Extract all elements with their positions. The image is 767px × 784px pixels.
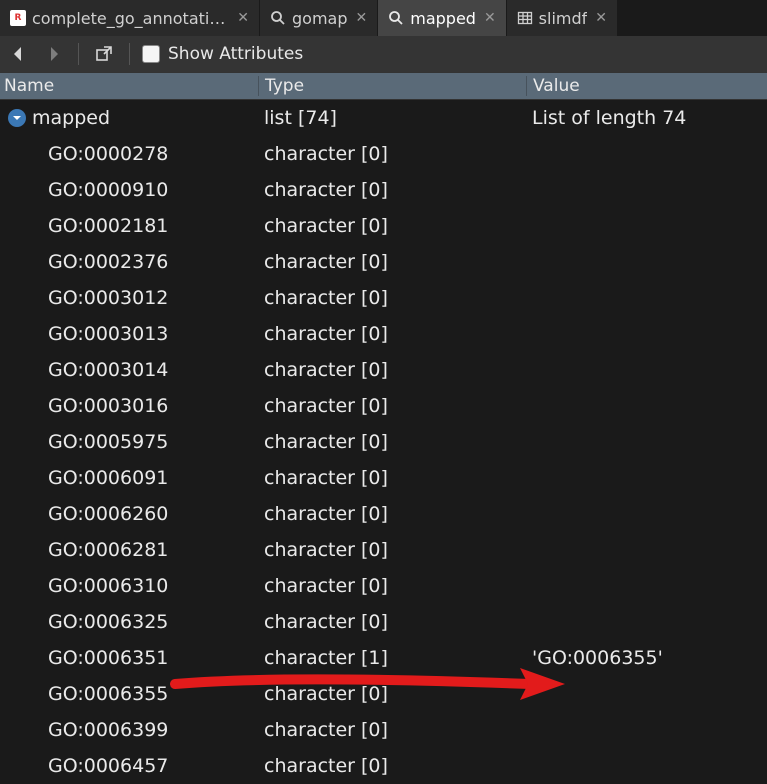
column-header-row: Name Type Value xyxy=(0,72,767,100)
tree-item-name: GO:0003012 xyxy=(48,287,168,309)
tree-item-name: GO:0006281 xyxy=(48,539,168,561)
tree-item-type: character [0] xyxy=(258,323,526,345)
tree-item-type: character [0] xyxy=(258,755,526,777)
toolbar-divider xyxy=(78,43,79,65)
tree-item-name: GO:0003013 xyxy=(48,323,168,345)
tree-item-row[interactable]: GO:0006260 character [0] xyxy=(0,496,767,532)
tree-item-row[interactable]: GO:0000278 character [0] xyxy=(0,136,767,172)
popout-button[interactable] xyxy=(91,41,117,67)
tree-root-row[interactable]: mapped list [74] List of length 74 xyxy=(0,100,767,136)
tree-item-type: character [0] xyxy=(258,251,526,273)
collapse-toggle-icon[interactable] xyxy=(8,109,26,127)
search-icon xyxy=(270,10,286,26)
tree-item-name: GO:0006260 xyxy=(48,503,168,525)
tree-item-name: GO:0006457 xyxy=(48,755,168,777)
tree-item-row[interactable]: GO:0003013 character [0] xyxy=(0,316,767,352)
back-button[interactable] xyxy=(6,41,32,67)
tree-item-row[interactable]: GO:0006281 character [0] xyxy=(0,532,767,568)
tab-label: slimdf xyxy=(539,9,588,28)
tree-item-row[interactable]: GO:0003014 character [0] xyxy=(0,352,767,388)
tab-label: gomap xyxy=(292,9,348,28)
tree-item-type: character [0] xyxy=(258,539,526,561)
tree-item-name: GO:0003014 xyxy=(48,359,168,381)
object-tree: mapped list [74] List of length 74 GO:00… xyxy=(0,100,767,784)
tab-label: complete_go_annotation_noteboo… xyxy=(32,9,229,28)
tree-item-type: character [0] xyxy=(258,215,526,237)
tree-item-type: character [0] xyxy=(258,503,526,525)
tree-item-row[interactable]: GO:0006310 character [0] xyxy=(0,568,767,604)
tree-item-name: GO:0005975 xyxy=(48,431,168,453)
tree-item-type: character [0] xyxy=(258,287,526,309)
column-header-type[interactable]: Type xyxy=(258,76,526,96)
tree-item-type: character [0] xyxy=(258,467,526,489)
rmd-file-icon: R xyxy=(10,10,26,26)
tree-item-type: character [1] xyxy=(258,647,526,669)
tree-item-name: GO:0002376 xyxy=(48,251,168,273)
show-attributes-toggle[interactable]: Show Attributes xyxy=(142,44,303,64)
tree-item-type: character [0] xyxy=(258,395,526,417)
tree-item-name: GO:0003016 xyxy=(48,395,168,417)
tab-slimdf[interactable]: slimdf ✕ xyxy=(507,0,618,36)
tab-gomap[interactable]: gomap ✕ xyxy=(260,0,378,36)
checkbox-icon xyxy=(142,45,160,63)
tree-item-row[interactable]: GO:0006457 character [0] xyxy=(0,748,767,784)
tree-item-name: GO:0006310 xyxy=(48,575,168,597)
tab-mapped[interactable]: mapped ✕ xyxy=(378,0,506,36)
column-header-name[interactable]: Name xyxy=(0,76,258,96)
forward-button[interactable] xyxy=(40,41,66,67)
tree-item-name: GO:0002181 xyxy=(48,215,168,237)
tree-item-row[interactable]: GO:0003016 character [0] xyxy=(0,388,767,424)
tree-item-name: GO:0006355 xyxy=(48,683,168,705)
tree-root-name: mapped xyxy=(32,107,110,129)
tree-item-row[interactable]: GO:0006091 character [0] xyxy=(0,460,767,496)
table-icon xyxy=(517,10,533,26)
tree-item-value: 'GO:0006355' xyxy=(526,647,767,669)
tree-root-value: List of length 74 xyxy=(526,107,767,129)
search-icon xyxy=(388,10,404,26)
tree-item-type: character [0] xyxy=(258,719,526,741)
tab-notebook[interactable]: R complete_go_annotation_noteboo… ✕ xyxy=(0,0,260,36)
tab-bar: R complete_go_annotation_noteboo… ✕ goma… xyxy=(0,0,767,36)
tree-item-name: GO:0000278 xyxy=(48,143,168,165)
tree-item-type: character [0] xyxy=(258,575,526,597)
tree-item-name: GO:0006351 xyxy=(48,647,168,669)
tree-item-row[interactable]: GO:0006355 character [0] xyxy=(0,676,767,712)
show-attributes-label: Show Attributes xyxy=(168,44,303,64)
close-icon[interactable]: ✕ xyxy=(593,10,609,26)
tree-item-type: character [0] xyxy=(258,143,526,165)
tree-item-row[interactable]: GO:0002181 character [0] xyxy=(0,208,767,244)
tree-item-row[interactable]: GO:0005975 character [0] xyxy=(0,424,767,460)
tree-item-row[interactable]: GO:0006325 character [0] xyxy=(0,604,767,640)
tree-item-name: GO:0006399 xyxy=(48,719,168,741)
tree-item-type: character [0] xyxy=(258,179,526,201)
tree-item-type: character [0] xyxy=(258,431,526,453)
tree-item-name: GO:0006325 xyxy=(48,611,168,633)
tab-label: mapped xyxy=(410,9,476,28)
tree-item-row[interactable]: GO:0002376 character [0] xyxy=(0,244,767,280)
tree-item-row[interactable]: GO:0000910 character [0] xyxy=(0,172,767,208)
column-header-value[interactable]: Value xyxy=(526,76,767,96)
tree-item-type: character [0] xyxy=(258,359,526,381)
tree-item-type: character [0] xyxy=(258,683,526,705)
close-icon[interactable]: ✕ xyxy=(482,10,498,26)
tree-item-name: GO:0006091 xyxy=(48,467,168,489)
close-icon[interactable]: ✕ xyxy=(354,10,370,26)
tree-item-type: character [0] xyxy=(258,611,526,633)
close-icon[interactable]: ✕ xyxy=(235,10,251,26)
tree-item-row[interactable]: GO:0003012 character [0] xyxy=(0,280,767,316)
tree-root-type: list [74] xyxy=(258,107,526,129)
toolbar: Show Attributes xyxy=(0,36,767,72)
tree-item-row[interactable]: GO:0006399 character [0] xyxy=(0,712,767,748)
tree-item-row[interactable]: GO:0006351 character [1] 'GO:0006355' xyxy=(0,640,767,676)
tree-item-name: GO:0000910 xyxy=(48,179,168,201)
toolbar-divider xyxy=(129,43,130,65)
